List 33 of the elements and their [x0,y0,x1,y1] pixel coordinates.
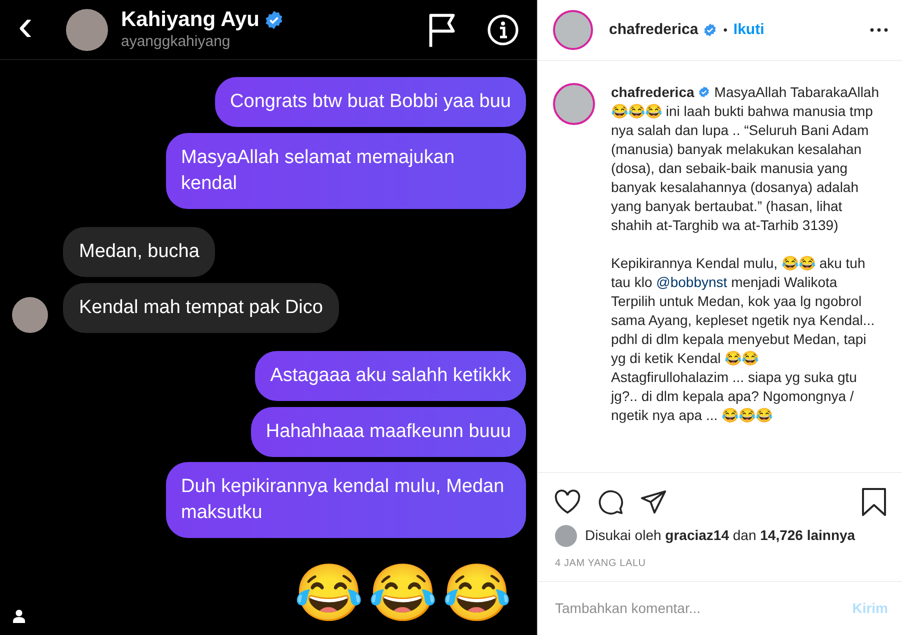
avatar [12,297,48,333]
sent-message: Duh kepikirannya kendal mulu, Medan maksutku [166,462,526,538]
like-icon[interactable] [554,488,581,515]
sent-message: MasyaAllah selamat memajukan kendal [166,133,526,209]
bookmark-icon[interactable] [862,488,886,516]
info-icon[interactable] [487,14,519,46]
contact-name: Kahiyang Ayu [121,8,260,32]
avatar [66,8,108,50]
sent-message: Congrats btw buat Bobbi yaa buu [215,77,526,127]
more-options-icon[interactable] [870,27,888,33]
received-message: Kendal mah tempat pak Dico [63,283,339,333]
avatar [553,83,595,125]
back-button[interactable]: ‹ [18,6,44,46]
received-message: Medan, bucha [63,227,216,277]
flag-icon[interactable] [427,12,457,48]
sent-message: Astagaaa aku salahh ketikkk [255,351,526,401]
mention-link[interactable]: @bobbynst [656,274,728,290]
emoji-message: 😂😂😂 [294,563,516,623]
caption-username[interactable]: chafrederica [611,84,694,100]
timestamp: 4 JAM YANG LALU [554,556,647,571]
username[interactable]: chafrederica [609,18,698,42]
avatar [555,524,577,547]
caption-text: Kepikirannya Kendal mulu, 😂😂 aku tuh tau klo @bobbynst menjadi Walikota Terpilih untuk Medan, kok yaa lg ngobrol sama Ayang, kepleset ngetik nya Kendal... pdhl di dlm kepala menyebut Medan, tapi yg di ketik Kendal 😂😂 Astagfirullohalazim ... siapa yg suka gtu jg?.. di dlm kepala apa? Ngomongnya / ngetik nya apa ... 😂😂😂 [611,254,876,425]
likes-text: Disukai oleh graciaz14 dan 14,726 lainnya [585,526,856,546]
share-icon[interactable] [640,488,667,515]
person-icon[interactable] [12,609,26,623]
avatar [553,10,593,50]
comment-icon[interactable] [597,488,624,515]
comment-field[interactable]: Tambahkan komentar... [555,598,852,619]
contact-username: ayanggkahiyang [121,32,232,52]
separator-dot: • [723,22,728,39]
caption-text: chafrederica MasyaAllah TabarakaAllah 😂😂😂 ini laah bukti bahwa manusia tmp nya salah dan lupa .. “Seluruh Bani Adam (manusia) banyak melakukan kesalahan (dosa), dan sebaik-baik manusia yang banyak kesalahannya (dosanya) adalah yang banyak bertaubat.” (hasan, lihat shahih at-Targhib wa at-Tarhib 3139) [611,83,879,235]
sent-message: Hahahhaaa maafkeunn buuu [250,407,526,457]
